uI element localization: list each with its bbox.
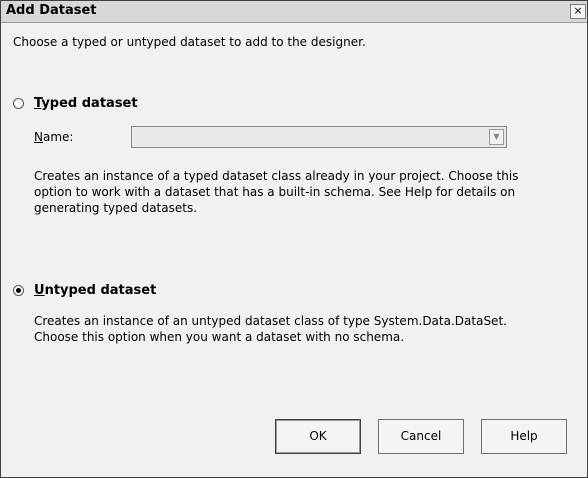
name-combo[interactable]: ▼	[131, 126, 507, 148]
typed-label-rest: yped dataset	[41, 96, 138, 111]
typed-dataset-radio[interactable]	[13, 98, 24, 109]
close-icon: ×	[573, 4, 583, 17]
untyped-label-rest: ntyped dataset	[44, 283, 157, 298]
untyped-description: Creates an instance of an untyped datase…	[34, 314, 507, 344]
dialog-title: Add Dataset	[6, 3, 97, 18]
name-label-rest: ame:	[42, 130, 74, 144]
typed-description: Creates an instance of a typed dataset c…	[34, 169, 519, 215]
untyped-dataset-radio[interactable]	[13, 285, 24, 296]
add-dataset-dialog: Add Dataset × Choose a typed or untyped …	[0, 0, 588, 478]
help-button[interactable]: Help	[481, 419, 567, 454]
ok-button[interactable]: OK	[275, 419, 361, 454]
chevron-down-icon[interactable]: ▼	[489, 129, 504, 145]
untyped-dataset-label[interactable]: Untyped dataset	[34, 283, 156, 298]
typed-dataset-label[interactable]: Typed dataset	[34, 96, 138, 111]
name-accel: N	[34, 130, 43, 144]
cancel-button[interactable]: Cancel	[378, 419, 464, 454]
name-label: Name:	[34, 130, 73, 144]
intro-text: Choose a typed or untyped dataset to add…	[13, 35, 366, 49]
radio-selected-dot	[16, 288, 21, 293]
title-bar: Add Dataset ×	[1, 1, 587, 23]
untyped-accel: U	[34, 283, 45, 298]
close-button[interactable]: ×	[570, 4, 586, 19]
